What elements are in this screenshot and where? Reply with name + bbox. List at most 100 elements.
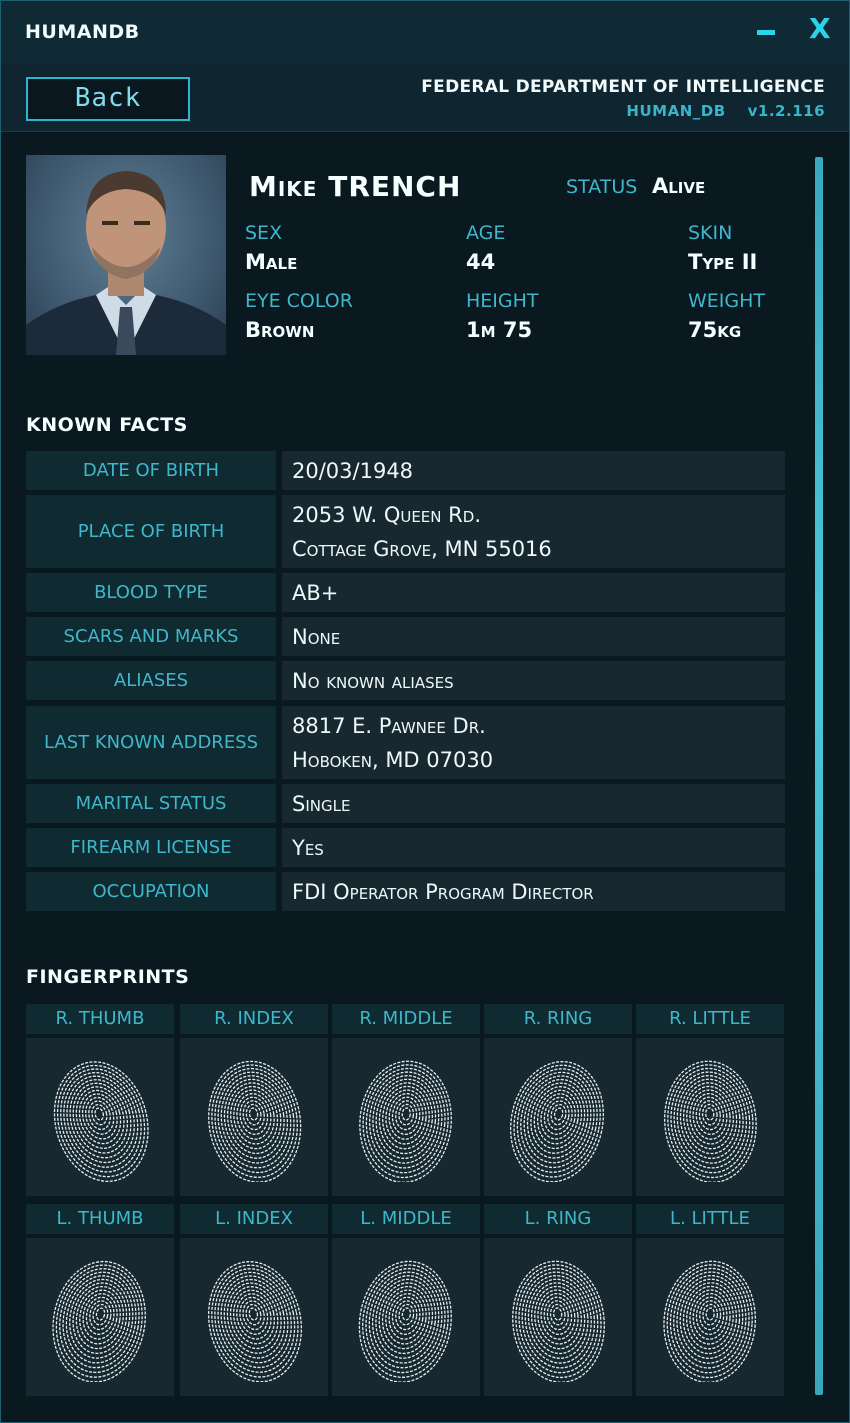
fingerprint-icon <box>512 1260 605 1382</box>
fingerprint-ridge <box>245 1303 262 1326</box>
fingerprint-ridge <box>385 1089 427 1145</box>
fact-line: 2053 W. Queen Rd. <box>292 502 481 527</box>
fingerprint-icon <box>510 1061 605 1182</box>
status-value: Alive <box>652 174 706 198</box>
fingerprint-ridge <box>248 1307 259 1321</box>
fact-line: Hoboken, MD 07030 <box>292 747 494 772</box>
fingerprint-ridge <box>705 1107 715 1121</box>
fingerprint-ridge <box>689 1289 731 1345</box>
fingerprint-r-index[interactable] <box>180 1038 328 1196</box>
fingerprint-icon <box>664 1060 757 1182</box>
app-title: HUMANDB <box>25 21 140 43</box>
fingerprint-l-little[interactable] <box>636 1238 784 1396</box>
db-name: HUMAN_DB <box>626 102 726 120</box>
fingerprint-ridge <box>248 1107 259 1121</box>
back-button[interactable]: Back <box>26 77 190 121</box>
fact-label: LAST KNOWN ADDRESS <box>26 706 276 779</box>
header: Back FEDERAL DEPARTMENT OF INTELLIGENCE … <box>1 63 849 132</box>
fingerprint-ridge <box>378 1282 434 1355</box>
fingerprints-title: FINGERPRINTS <box>26 966 190 988</box>
fingerprint-l-middle[interactable] <box>332 1238 480 1396</box>
fact-value: None <box>282 617 785 656</box>
height-label: HEIGHT <box>466 290 539 312</box>
fact-label: BLOOD TYPE <box>26 573 276 612</box>
title-bar[interactable]: HUMANDB X <box>1 1 849 63</box>
fingerprint-label: R. LITTLE <box>636 1004 784 1034</box>
fact-value: Yes <box>282 828 785 867</box>
fingerprint-ridge <box>365 1067 446 1174</box>
height-value: 1m 75 <box>466 318 533 342</box>
fingerprint-r-middle[interactable] <box>332 1038 480 1196</box>
fingerprint-icon <box>359 1060 452 1182</box>
fingerprint-ridge <box>395 1300 418 1331</box>
skin-value: Type II <box>688 250 758 274</box>
sex-label: SEX <box>245 222 283 244</box>
fingerprint-l-thumb[interactable] <box>26 1238 174 1396</box>
fingerprint-ridge <box>550 1103 567 1126</box>
fact-line: 20/03/1948 <box>292 458 414 483</box>
fingerprint-ridge <box>686 1085 734 1150</box>
fact-label: DATE OF BIRTH <box>26 451 276 490</box>
fingerprint-ridge <box>89 1300 112 1331</box>
fingerprint-icon <box>53 1061 149 1182</box>
version-number: v1.2.116 <box>747 102 825 120</box>
portrait-icon <box>26 171 226 355</box>
fingerprint-l-index[interactable] <box>180 1238 328 1396</box>
minimize-icon <box>757 30 775 35</box>
fact-line: Single <box>292 791 351 816</box>
fact-value: 2053 W. Queen Rd. Cottage Grove, MN 5501… <box>282 495 785 568</box>
fingerprint-label: R. MIDDLE <box>332 1004 480 1034</box>
fingerprint-ridge <box>701 1103 718 1126</box>
age-value: 44 <box>466 250 496 274</box>
department-title: FEDERAL DEPARTMENT OF INTELLIGENCE <box>421 77 825 97</box>
fingerprint-ridge <box>95 1307 106 1321</box>
fingerprint-ridge <box>521 1271 596 1369</box>
fingerprint-ridge <box>94 1107 105 1121</box>
fact-value: 20/03/1948 <box>282 451 785 490</box>
eye-color-label: EYE COLOR <box>245 290 353 312</box>
fingerprint-ridge <box>686 1285 734 1350</box>
fingerprint-ridge <box>220 1275 289 1364</box>
fingerprint-icon <box>207 1261 302 1382</box>
fingerprint-ridge <box>553 1307 563 1321</box>
fingerprint-label: L. RING <box>484 1204 632 1234</box>
eye-color-value: Brown <box>245 318 315 342</box>
fingerprint-label: L. LITTLE <box>636 1204 784 1234</box>
fingerprint-ridge <box>549 1303 566 1326</box>
fact-value: No known aliases <box>282 661 785 700</box>
fingerprint-label: L. INDEX <box>180 1204 328 1234</box>
fact-value: Single <box>282 784 785 823</box>
fingerprint-r-little[interactable] <box>636 1038 784 1196</box>
fact-line: No known aliases <box>292 668 454 693</box>
fingerprint-label: R. INDEX <box>180 1004 328 1034</box>
fingerprint-label: L. THUMB <box>26 1204 174 1234</box>
fingerprint-ridge <box>673 1271 747 1369</box>
fact-value: 8817 E. Pawnee Dr. Hoboken, MD 07030 <box>282 706 785 779</box>
fact-line: Yes <box>292 835 324 860</box>
fingerprint-label: R. THUMB <box>26 1004 174 1034</box>
fingerprint-l-ring[interactable] <box>484 1238 632 1396</box>
fact-line: AB+ <box>292 580 339 605</box>
fingerprint-r-ring[interactable] <box>484 1038 632 1196</box>
fact-label: FIREARM LICENSE <box>26 828 276 867</box>
fingerprint-ridge <box>540 1093 576 1140</box>
fact-label: SCARS AND MARKS <box>26 617 276 656</box>
db-version: HUMAN_DB v1.2.116 <box>604 102 825 120</box>
weight-label: WEIGHT <box>688 290 766 312</box>
fingerprint-ridge <box>226 1082 282 1155</box>
scrollbar[interactable] <box>815 157 823 1395</box>
fingerprint-label: L. MIDDLE <box>332 1204 480 1234</box>
fingerprint-ridge <box>214 1268 296 1373</box>
close-button[interactable]: X <box>809 13 831 45</box>
fact-line: Cottage Grove, MN 55016 <box>292 536 552 561</box>
fingerprint-ridge <box>401 1107 411 1121</box>
fact-line: 8817 E. Pawnee Dr. <box>292 713 486 738</box>
fingerprint-ridge <box>52 1260 146 1382</box>
minimize-button[interactable] <box>757 13 777 35</box>
fingerprint-r-thumb[interactable] <box>26 1038 174 1196</box>
fingerprint-icon <box>208 1060 302 1182</box>
fact-label: OCCUPATION <box>26 872 276 911</box>
fact-value: AB+ <box>282 573 785 612</box>
fingerprint-ridge <box>211 1064 298 1178</box>
fingerprint-ridge <box>553 1107 564 1121</box>
